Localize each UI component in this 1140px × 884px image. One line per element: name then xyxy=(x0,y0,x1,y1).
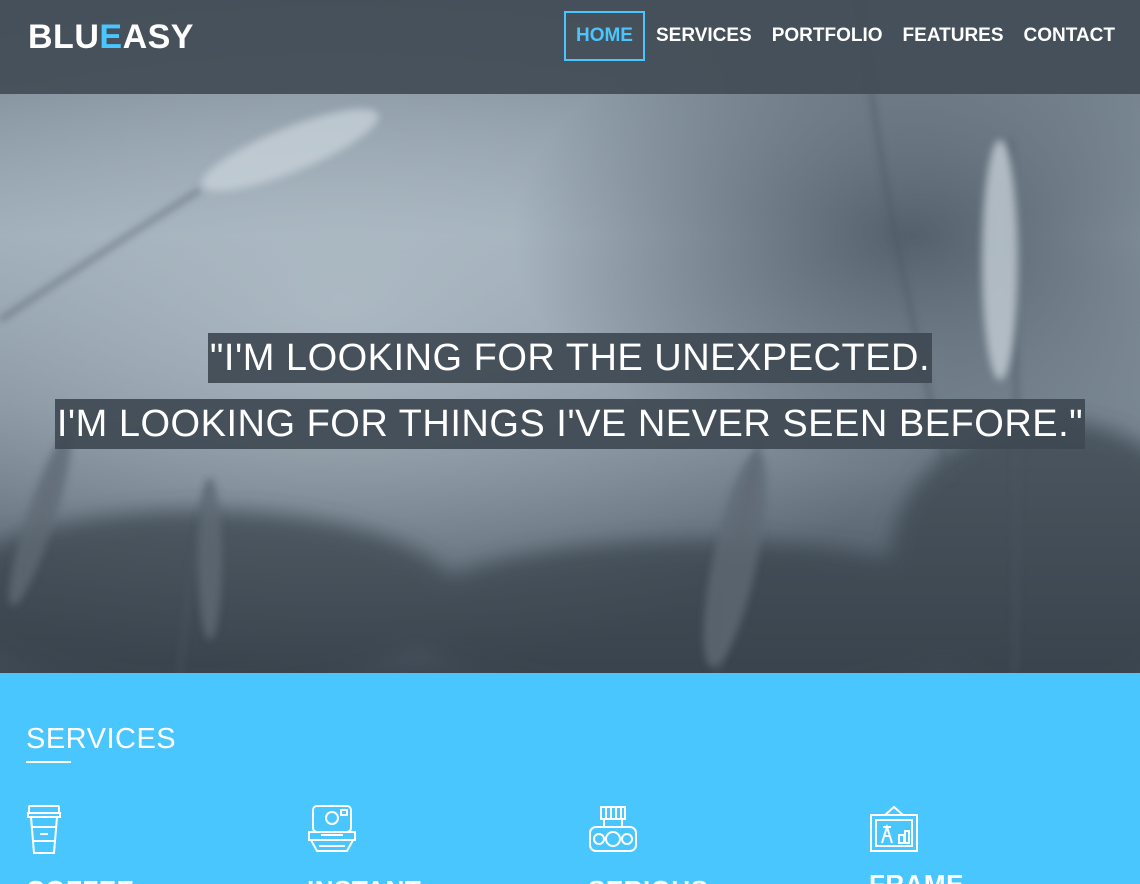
brand-part2: ASY xyxy=(122,18,194,56)
nav-contact[interactable]: CONTACT xyxy=(1014,11,1125,61)
brand-logo[interactable]: BLUEASY xyxy=(28,18,194,57)
nav-home[interactable]: HOME xyxy=(563,11,645,61)
service-item-coffee: COFFEE xyxy=(26,805,226,884)
navbar: BLUEASY HOME SERVICES PORTFOLIO FEATURES… xyxy=(0,0,1140,94)
services-section: SERVICES COFFEE INSTANT xyxy=(0,673,1140,884)
services-heading: SERVICES xyxy=(26,723,177,755)
hero-quote-line-1: "I'M LOOKING FOR THE UNEXPECTED. xyxy=(207,333,933,383)
service-title-coffee: COFFEE xyxy=(26,875,134,884)
service-item-frame: FRAME xyxy=(869,805,1069,884)
brand-accent-letter: E xyxy=(99,18,123,56)
nav-services[interactable]: SERVICES xyxy=(646,11,762,61)
coffee-cup-icon xyxy=(27,805,61,854)
hero-quote: "I'M LOOKING FOR THE UNEXPECTED. I'M LOO… xyxy=(0,333,1140,449)
service-title-instant: INSTANT xyxy=(307,875,421,884)
services-heading-underline xyxy=(26,761,71,763)
hero-section: BLUEASY HOME SERVICES PORTFOLIO FEATURES… xyxy=(0,0,1140,673)
frame-icon xyxy=(870,805,918,852)
hero-quote-line-2: I'M LOOKING FOR THINGS I'VE NEVER SEEN B… xyxy=(54,399,1086,449)
brand-part1: BLU xyxy=(28,18,100,56)
nav-features[interactable]: FEATURES xyxy=(893,11,1014,61)
dslr-camera-icon xyxy=(589,806,637,852)
instant-camera-icon xyxy=(308,805,356,852)
service-item-serious: SERIOUS xyxy=(588,805,788,884)
service-title-serious: SERIOUS xyxy=(588,875,709,884)
service-title-frame: FRAME xyxy=(869,869,964,884)
nav-menu: HOME SERVICES PORTFOLIO FEATURES CONTACT xyxy=(563,11,1125,61)
service-item-instant: INSTANT xyxy=(307,805,507,884)
nav-portfolio[interactable]: PORTFOLIO xyxy=(762,11,893,61)
